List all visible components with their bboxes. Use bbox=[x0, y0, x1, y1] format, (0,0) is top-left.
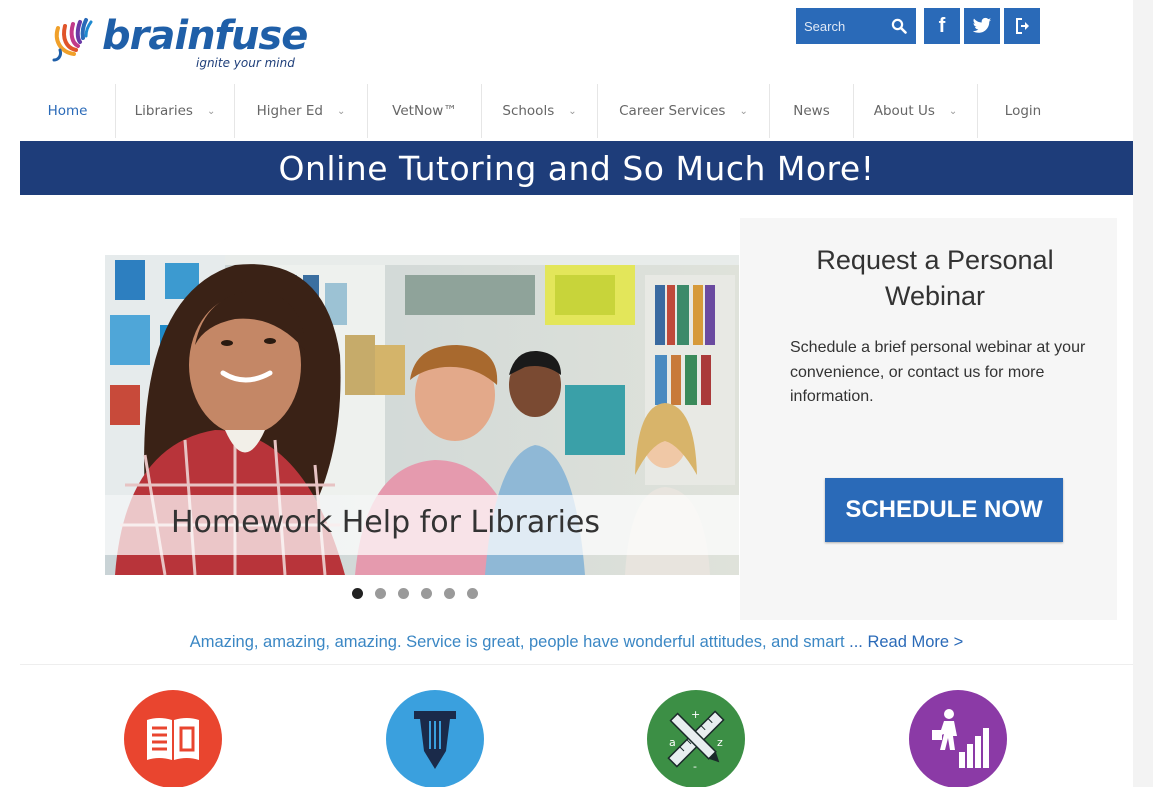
svg-text:-: - bbox=[693, 760, 697, 773]
ruler-pencil-icon: a z + - bbox=[667, 708, 725, 773]
sign-in-button[interactable] bbox=[1004, 8, 1040, 44]
book-icon bbox=[147, 718, 199, 760]
twitter-icon bbox=[972, 17, 992, 33]
slider-dot[interactable] bbox=[352, 588, 363, 599]
svg-text:+: + bbox=[691, 708, 700, 721]
nav-item-label: Libraries bbox=[134, 103, 193, 119]
career-stairs-icon bbox=[932, 709, 989, 768]
banner-title: Online Tutoring and So Much More! bbox=[278, 148, 875, 188]
sign-in-icon bbox=[1016, 18, 1029, 34]
image-slider[interactable]: Homework Help for Libraries bbox=[105, 255, 739, 575]
nav-item-vetnow[interactable]: VetNow™ bbox=[368, 84, 482, 138]
facebook-button[interactable]: f bbox=[924, 8, 960, 44]
slider-dots bbox=[352, 588, 478, 599]
nav-item-about-us[interactable]: About Us ⌄ bbox=[854, 84, 978, 138]
brand-logo[interactable]: brainfuse ignite your mind bbox=[46, 8, 308, 70]
slider-dot[interactable] bbox=[375, 588, 386, 599]
feature-career-services-circle[interactable] bbox=[909, 690, 1007, 787]
svg-text:a: a bbox=[669, 736, 676, 749]
nav-item-login[interactable]: Login bbox=[978, 84, 1068, 138]
nav-item-libraries[interactable]: Libraries ⌄ bbox=[116, 84, 235, 138]
page-gutter bbox=[1133, 0, 1153, 787]
webinar-description: Schedule a brief personal webinar at you… bbox=[790, 339, 1086, 405]
feature-higher-ed-circle[interactable] bbox=[386, 690, 484, 787]
twitter-button[interactable] bbox=[964, 8, 1000, 44]
feature-schools-circle[interactable]: a z + - bbox=[647, 690, 745, 787]
search-button[interactable] bbox=[882, 8, 916, 44]
main-nav: Home Libraries ⌄ Higher Ed ⌄ VetNow™ Sch… bbox=[20, 84, 1133, 138]
slider-dot[interactable] bbox=[444, 588, 455, 599]
brand-tagline: ignite your mind bbox=[196, 56, 295, 70]
nav-item-home[interactable]: Home bbox=[20, 84, 116, 138]
testimonial-text: Amazing, amazing, amazing. Service is gr… bbox=[189, 633, 845, 651]
slide-caption: Homework Help for Libraries bbox=[171, 505, 601, 540]
nav-item-label: About Us bbox=[873, 103, 935, 119]
nav-item-label: Higher Ed bbox=[256, 103, 323, 119]
hero-banner: Online Tutoring and So Much More! bbox=[20, 141, 1133, 195]
chevron-down-icon: ⌄ bbox=[568, 105, 577, 117]
section-divider bbox=[20, 664, 1133, 665]
feature-libraries-circle[interactable] bbox=[124, 690, 222, 787]
slider-dot[interactable] bbox=[467, 588, 478, 599]
nav-item-schools[interactable]: Schools ⌄ bbox=[482, 84, 598, 138]
slider-dot[interactable] bbox=[421, 588, 432, 599]
webinar-panel: Request a Personal Webinar Schedule a br… bbox=[740, 218, 1117, 620]
nav-item-career-services[interactable]: Career Services ⌄ bbox=[598, 84, 770, 138]
page: brainfuse ignite your mind f Home L bbox=[20, 0, 1133, 787]
brand-name: brainfuse bbox=[102, 13, 308, 59]
webinar-title: Request a Personal Webinar bbox=[816, 245, 1054, 311]
schedule-now-button[interactable]: SCHEDULE NOW bbox=[825, 478, 1063, 542]
slider-dot[interactable] bbox=[398, 588, 409, 599]
logo-swirl-icon bbox=[52, 18, 93, 62]
nav-item-label: Login bbox=[1004, 103, 1042, 119]
chevron-down-icon: ⌄ bbox=[948, 105, 958, 117]
facebook-icon: f bbox=[938, 14, 946, 37]
testimonial: Amazing, amazing, amazing. Service is gr… bbox=[20, 633, 1133, 652]
nav-item-label: Home bbox=[47, 103, 88, 119]
read-more-link[interactable]: ... Read More > bbox=[849, 633, 963, 651]
pen-icon bbox=[414, 711, 456, 769]
svg-text:z: z bbox=[717, 736, 723, 749]
chevron-down-icon: ⌄ bbox=[336, 105, 346, 117]
nav-item-news[interactable]: News bbox=[770, 84, 854, 138]
nav-item-higher-ed[interactable]: Higher Ed ⌄ bbox=[235, 84, 368, 138]
nav-item-label: Schools bbox=[502, 103, 555, 119]
search-box bbox=[796, 8, 916, 44]
search-input[interactable] bbox=[796, 8, 882, 44]
chevron-down-icon: ⌄ bbox=[739, 105, 748, 117]
search-icon bbox=[891, 18, 907, 34]
nav-item-label: VetNow™ bbox=[392, 103, 457, 119]
nav-item-label: News bbox=[793, 103, 830, 119]
nav-item-label: Career Services bbox=[619, 103, 726, 119]
chevron-down-icon: ⌄ bbox=[206, 105, 216, 117]
